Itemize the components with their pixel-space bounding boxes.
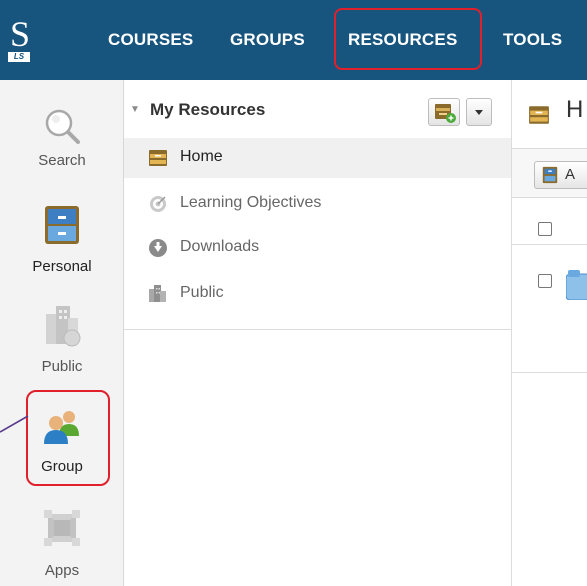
row-divider	[512, 244, 587, 245]
nav-groups[interactable]: GROUPS	[230, 30, 305, 50]
tree-item-public-label: Public	[180, 284, 224, 301]
nav-tools[interactable]: TOOLS	[503, 30, 562, 50]
rail-apps[interactable]: Apps	[0, 500, 124, 584]
rail-apps-label: Apps	[44, 562, 80, 579]
logo[interactable]: S	[10, 16, 30, 52]
tree-item-downloads[interactable]: Downloads	[124, 228, 512, 268]
folder-icon	[566, 270, 587, 300]
building-icon	[149, 285, 166, 302]
top-navigation-bar: S LS COURSES GROUPS RESOURCES TOOLS	[0, 0, 587, 80]
add-box-icon	[435, 104, 456, 123]
tree-item-home[interactable]: Home	[124, 138, 512, 178]
cabinet-icon	[542, 166, 558, 184]
collapse-caret-icon[interactable]: ▼	[130, 104, 140, 115]
tree-item-learning-objectives-label: Learning Objectives	[180, 194, 322, 211]
group-highlight-box	[26, 390, 110, 486]
options-dropdown-button[interactable]	[466, 98, 492, 126]
tree-item-learning-objectives[interactable]: Learning Objectives	[124, 184, 512, 224]
tree-header: ▼ My Resources	[124, 98, 512, 128]
content-title: H	[566, 96, 584, 123]
rail-public[interactable]: Public	[0, 300, 124, 380]
tree-item-downloads-label: Downloads	[180, 238, 260, 255]
target-icon	[150, 196, 166, 212]
rail-personal-label: Personal	[32, 258, 92, 275]
toolbar-add-button[interactable]: A	[534, 161, 587, 189]
rail-public-label: Public	[41, 358, 83, 375]
archive-box-icon	[149, 150, 167, 166]
tree-title: My Resources	[150, 100, 266, 119]
magnifier-icon	[45, 109, 80, 144]
resources-highlight-box	[334, 8, 482, 70]
select-all-checkbox[interactable]	[538, 222, 552, 236]
nav-courses[interactable]: COURSES	[108, 30, 193, 50]
tree-item-public[interactable]: Public	[124, 274, 512, 314]
rail-personal[interactable]: Personal	[0, 200, 124, 280]
chevron-down-icon	[475, 110, 483, 115]
rail-search[interactable]: Search	[0, 100, 124, 180]
row-divider	[512, 372, 587, 373]
resource-tree-panel: ▼ My Resources Home Learning Objectives …	[124, 80, 512, 330]
rail-search-label: Search	[38, 152, 86, 169]
apps-icon	[44, 510, 80, 546]
public-buildings-icon	[46, 306, 81, 347]
row-checkbox[interactable]	[538, 274, 552, 288]
add-resource-button[interactable]	[428, 98, 460, 126]
content-toolbar: A	[512, 148, 587, 198]
home-archive-icon	[529, 106, 549, 124]
tree-item-home-label: Home	[180, 148, 223, 165]
toolbar-add-label: A	[565, 166, 576, 183]
left-rail: Search Personal Public Group Apps	[0, 80, 124, 586]
download-circle-icon	[149, 239, 167, 257]
personal-cabinet-icon	[45, 206, 79, 244]
logo-sub: LS	[8, 52, 30, 62]
